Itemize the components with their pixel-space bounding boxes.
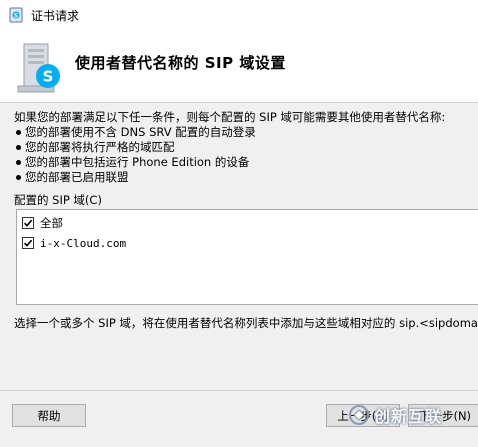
domain-row-all[interactable]: 全部 [22,214,478,232]
checkmark-icon [23,239,33,247]
page-title: 使用者替代名称的 SIP 域设置 [75,54,286,72]
hint-text: 选择一个或多个 SIP 域，将在使用者替代名称列表中添加与这些域相对应的 sip… [14,316,478,330]
checkmark-icon [23,219,33,227]
back-button[interactable]: 上一步(B) [326,404,400,427]
bullet-icon [16,130,21,135]
bullet-icon [16,175,21,180]
sip-domain-list[interactable]: 全部 i-x-Cloud.com [16,209,478,305]
conditions-section: 如果您的部署满足以下任一条件，则每个配置的 SIP 域可能需要其他使用者替代名称… [14,110,478,185]
condition-text: 您的部署中包括运行 Phone Edition 的设备 [25,155,250,169]
sip-domain-list-label: 配置的 SIP 域(C) [14,193,102,207]
title-bar: S 证书请求 [0,0,478,30]
domain-checkbox[interactable] [22,237,34,249]
condition-text: 您的部署将执行严格的域匹配 [25,140,175,154]
bullet-icon [16,145,21,150]
next-button[interactable]: 下一步(N) [408,404,478,427]
certificate-app-icon: S [9,7,23,23]
svg-text:S: S [14,12,18,19]
footer-divider [0,390,478,391]
domain-label: 全部 [40,216,63,230]
select-all-checkbox[interactable] [22,217,34,229]
server-skype-icon: S [17,43,60,93]
svg-text:S: S [43,68,54,86]
intro-text: 如果您的部署满足以下任一条件，则每个配置的 SIP 域可能需要其他使用者替代名称… [14,110,446,124]
domain-row[interactable]: i-x-Cloud.com [22,234,478,252]
help-button[interactable]: 帮助 [12,404,86,427]
window-title: 证书请求 [31,8,80,23]
certificate-request-dialog: S 证书请求 S 使用者替代名称的 SIP 域设置 如果您的部署满足以下任一条件… [0,0,478,447]
domain-label: i-x-Cloud.com [40,236,127,250]
condition-item: 您的部署使用不含 DNS SRV 配置的自动登录 [14,125,478,140]
condition-text: 您的部署已启用联盟 [25,170,129,184]
condition-item: 您的部署中包括运行 Phone Edition 的设备 [14,155,478,170]
condition-text: 您的部署使用不含 DNS SRV 配置的自动登录 [25,125,256,139]
condition-item: 您的部署已启用联盟 [14,170,478,185]
condition-item: 您的部署将执行严格的域匹配 [14,140,478,155]
bullet-icon [16,160,21,165]
wizard-header: S 使用者替代名称的 SIP 域设置 [0,30,478,103]
